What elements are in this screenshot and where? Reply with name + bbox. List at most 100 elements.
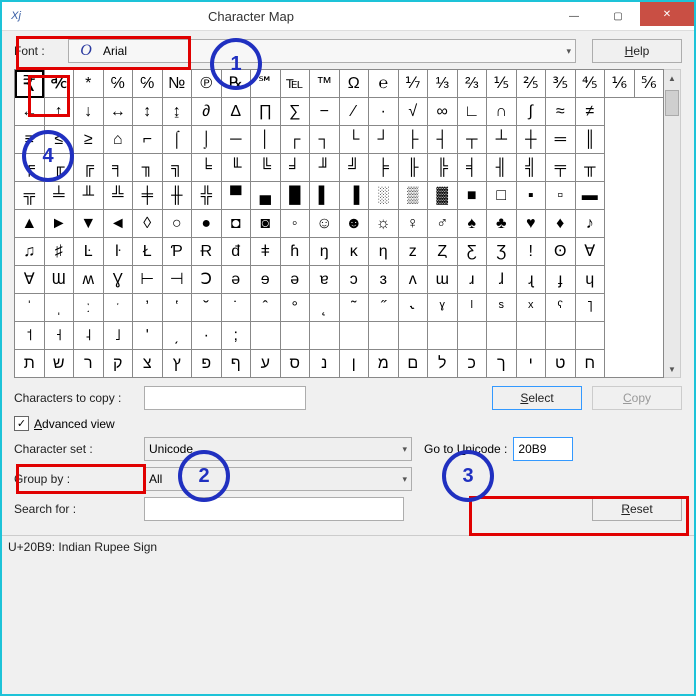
char-cell[interactable]: ˩ xyxy=(103,322,133,350)
char-cell[interactable]: ŀ xyxy=(103,238,133,266)
char-cell[interactable]: ℞ xyxy=(221,70,251,98)
char-cell[interactable]: ʌ xyxy=(398,266,428,294)
char-cell[interactable]: ♥ xyxy=(516,210,546,238)
char-cell[interactable] xyxy=(546,322,576,350)
char-cell[interactable]: Ł xyxy=(133,238,163,266)
char-cell[interactable]: ∂ xyxy=(192,98,222,126)
char-cell[interactable]: ♣ xyxy=(487,210,517,238)
char-cell[interactable]: ≤ xyxy=(44,126,74,154)
char-cell[interactable]: ⊢ xyxy=(133,266,163,294)
char-cell[interactable]: ► xyxy=(44,210,74,238)
char-cell[interactable]: ─ xyxy=(221,126,251,154)
char-cell[interactable]: ˠ xyxy=(428,294,458,322)
char-cell[interactable]: ╜ xyxy=(310,154,340,182)
char-cell[interactable]: ┴ xyxy=(487,126,517,154)
char-cell[interactable]: ↓ xyxy=(74,98,104,126)
char-cell[interactable]: Ƹ xyxy=(457,238,487,266)
char-cell[interactable]: ⅚ xyxy=(634,70,664,98)
char-cell[interactable]: ░ xyxy=(369,182,399,210)
char-cell[interactable]: ╠ xyxy=(428,154,458,182)
char-cell[interactable]: ∩ xyxy=(487,98,517,126)
char-cell[interactable]: ә xyxy=(221,266,251,294)
char-cell[interactable]: ˨ xyxy=(74,322,104,350)
char-cell[interactable]: ↑ xyxy=(44,98,74,126)
char-cell[interactable]: ∙ xyxy=(369,98,399,126)
char-cell[interactable]: ; xyxy=(221,322,251,350)
char-cell[interactable] xyxy=(280,322,310,350)
character-grid[interactable]: ₹℀*℅℅№℗℞℠℡™Ω℮⅐⅓⅔⅕⅖⅗⅘⅙⅚←↑↓↔↕↨∂Δ∏∑−∕∙√∞∟∩∫… xyxy=(14,69,664,378)
char-cell[interactable]: ╗ xyxy=(162,154,192,182)
char-cell[interactable]: ╦ xyxy=(15,182,45,210)
char-cell[interactable]: צ xyxy=(133,350,163,378)
char-cell[interactable]: ת xyxy=(15,350,45,378)
char-cell[interactable]: ▬ xyxy=(575,182,605,210)
reset-button[interactable]: Reset xyxy=(592,497,682,521)
scroll-thumb[interactable] xyxy=(665,90,679,116)
char-cell[interactable]: ʹ xyxy=(133,322,163,350)
char-cell[interactable]: ⅐ xyxy=(398,70,428,98)
char-cell[interactable]: ɐ xyxy=(310,266,340,294)
char-cell[interactable]: ┬ xyxy=(457,126,487,154)
char-cell[interactable]: כ xyxy=(457,350,487,378)
char-cell[interactable] xyxy=(575,322,605,350)
char-cell[interactable]: ║ xyxy=(575,126,605,154)
char-cell[interactable]: ⅙ xyxy=(605,70,635,98)
char-cell[interactable]: ĸ xyxy=(339,238,369,266)
char-cell[interactable]: ▌ xyxy=(310,182,340,210)
char-cell[interactable]: ♂ xyxy=(428,210,458,238)
goto-unicode-input[interactable]: 20B9 xyxy=(513,437,573,461)
char-cell[interactable]: ▫ xyxy=(546,182,576,210)
char-cell[interactable]: ⌠ xyxy=(162,126,192,154)
char-cell[interactable]: ⅖ xyxy=(516,70,546,98)
char-cell[interactable]: ʍ xyxy=(74,266,104,294)
char-cell[interactable]: ɦ xyxy=(280,238,310,266)
char-cell[interactable]: ע xyxy=(251,350,281,378)
char-cell[interactable]: ╩ xyxy=(103,182,133,210)
char-cell[interactable]: ▐ xyxy=(339,182,369,210)
char-cell[interactable]: ח xyxy=(575,350,605,378)
char-cell[interactable]: ╫ xyxy=(162,182,192,210)
char-cell[interactable]: ˡ xyxy=(457,294,487,322)
char-cell[interactable]: № xyxy=(162,70,192,98)
char-cell[interactable]: ʘ xyxy=(546,238,576,266)
char-cell[interactable]: ■ xyxy=(457,182,487,210)
char-cell[interactable]: ˞ xyxy=(398,294,428,322)
char-cell[interactable]: ɺ xyxy=(487,266,517,294)
char-cell[interactable]: ש xyxy=(44,350,74,378)
char-cell[interactable]: ɟ xyxy=(546,266,576,294)
char-cell[interactable]: ▼ xyxy=(74,210,104,238)
char-cell[interactable]: ╘ xyxy=(192,154,222,182)
char-cell[interactable]: ⅗ xyxy=(546,70,576,98)
char-cell[interactable]: ǃ xyxy=(516,238,546,266)
char-cell[interactable] xyxy=(428,322,458,350)
char-cell[interactable]: ǂ xyxy=(251,238,281,266)
char-cell[interactable]: ס xyxy=(280,350,310,378)
char-cell[interactable]: · xyxy=(192,322,222,350)
char-cell[interactable]: Ʒ xyxy=(487,238,517,266)
char-cell[interactable]: ╞ xyxy=(369,154,399,182)
char-cell[interactable]: ⅕ xyxy=(487,70,517,98)
char-cell[interactable]: Ɣ xyxy=(103,266,133,294)
char-cell[interactable]: ┤ xyxy=(428,126,458,154)
char-cell[interactable] xyxy=(251,322,281,350)
char-cell[interactable]: ↕ xyxy=(133,98,163,126)
char-cell[interactable]: ך xyxy=(487,350,517,378)
char-cell[interactable]: ┌ xyxy=(280,126,310,154)
char-cell[interactable]: ɯ xyxy=(428,266,458,294)
char-cell[interactable]: ∞ xyxy=(428,98,458,126)
char-cell[interactable]: ╕ xyxy=(103,154,133,182)
char-cell[interactable]: ↨ xyxy=(162,98,192,126)
char-cell[interactable] xyxy=(369,322,399,350)
char-cell[interactable]: ↔ xyxy=(103,98,133,126)
char-cell[interactable]: █ xyxy=(280,182,310,210)
char-cell[interactable]: ∕ xyxy=(339,98,369,126)
char-cell[interactable]: Ȥ xyxy=(428,238,458,266)
char-cell[interactable]: ŋ xyxy=(310,238,340,266)
char-cell[interactable] xyxy=(487,322,517,350)
char-cell[interactable]: ∏ xyxy=(251,98,281,126)
char-cell[interactable]: ☺ xyxy=(310,210,340,238)
char-cell[interactable]: ▄ xyxy=(251,182,281,210)
char-cell[interactable]: đ xyxy=(221,238,251,266)
char-cell[interactable]: ☻ xyxy=(339,210,369,238)
char-cell[interactable]: ˆ xyxy=(251,294,281,322)
